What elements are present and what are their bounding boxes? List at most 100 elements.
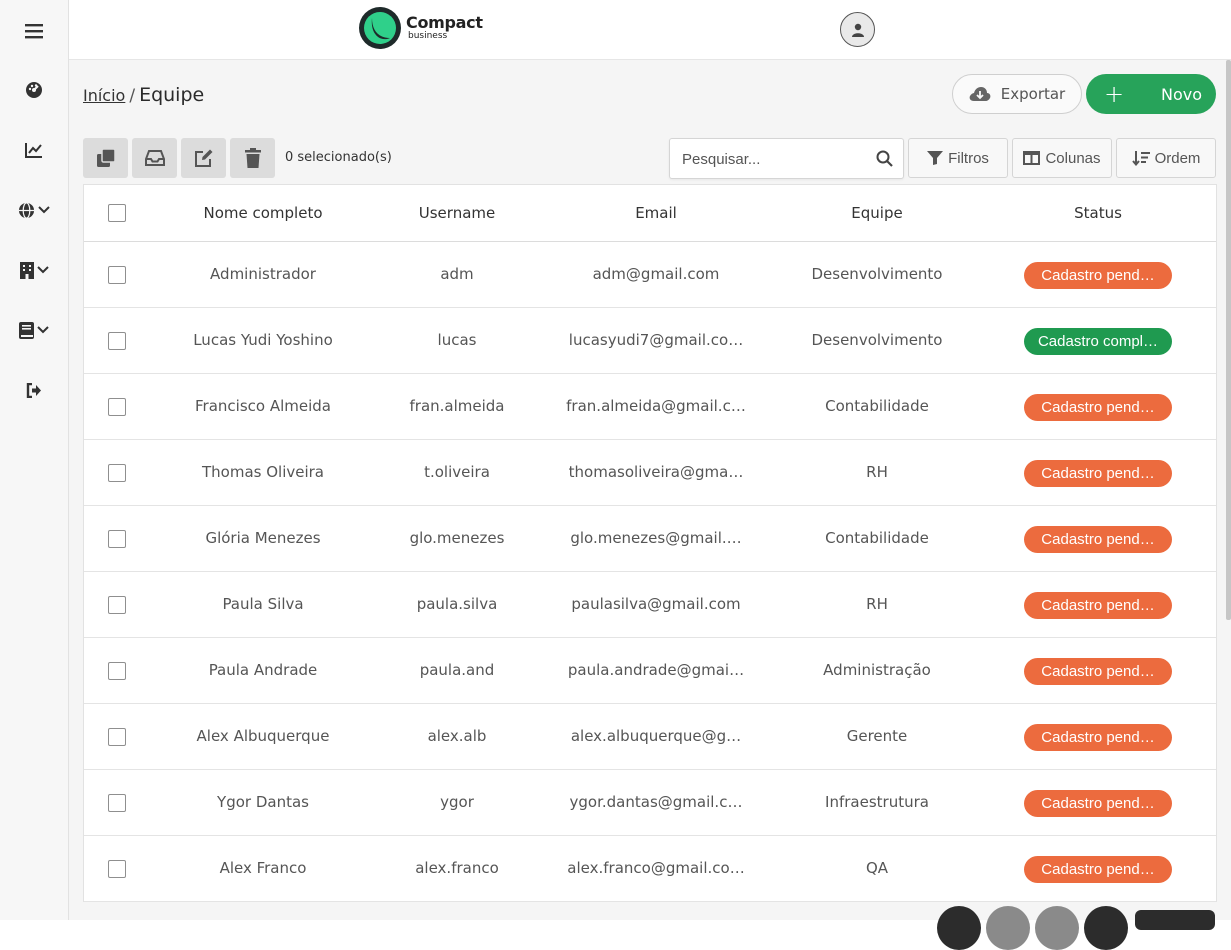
table-row[interactable]: Thomas Oliveira t.oliveira thomasoliveira@… [84,440,1216,506]
table-row[interactable]: Paula Silva paula.silva paulasilva@gmail.c… [84,572,1216,638]
cell-email: adm@gmail.com [592,265,720,283]
row-checkbox[interactable] [108,662,126,680]
table-row[interactable]: Lucas Yudi Yoshino lucas lucasyudi7@gmail.… [84,308,1216,374]
row-checkbox[interactable] [108,266,126,284]
table-row[interactable]: Alex Albuquerque alex.alb alex.albuquerque… [84,704,1216,770]
cell-name: Alex Franco [219,859,307,877]
cell-email: alex.albuquerque@g… [570,727,742,745]
cell-name: Paula Andrade [208,661,318,679]
table-row[interactable]: Alex Franco alex.franco alex.franco@gmail.… [84,836,1216,902]
export-button[interactable]: Exportar [952,74,1082,114]
order-button[interactable]: Ordem [1116,138,1216,178]
filters-label: Filtros [948,149,989,167]
status-badge: Cadastro pend… [1024,658,1172,685]
plus-icon: + [1104,80,1125,108]
status-badge: Cadastro pend… [1024,460,1172,487]
cell-email: glo.menezes@gmail.… [570,529,742,547]
globe-menu[interactable] [0,190,68,230]
cell-email: thomasoliveira@gma… [568,463,744,481]
table-row[interactable]: Glória Menezes glo.menezes glo.menezes@gma… [84,506,1216,572]
page-size-select[interactable] [1135,910,1215,930]
new-label: Novo [1160,84,1202,104]
cell-username: ygor [440,793,474,811]
logo[interactable]: Compact business [358,6,483,50]
filter-icon [927,151,944,165]
edit-button[interactable] [181,138,226,178]
row-checkbox[interactable] [108,728,126,746]
cell-team: Contabilidade [825,529,929,547]
cell-username: fran.almeida [409,397,505,415]
pagination-first-button[interactable] [937,906,981,950]
chevron-down-icon [36,266,49,274]
logo-title: Compact [406,13,483,32]
order-label: Ordem [1154,149,1201,167]
scrollbar[interactable] [1226,60,1231,620]
archive-button[interactable] [132,138,177,178]
book-menu[interactable] [0,310,68,350]
cell-team: Contabilidade [825,397,929,415]
column-header-username[interactable]: Username [387,204,527,222]
building-menu[interactable] [0,250,68,290]
row-checkbox[interactable] [108,596,126,614]
cell-name: Thomas Oliveira [201,463,324,481]
select-all-checkbox[interactable] [108,204,126,222]
column-header-email[interactable]: Email [556,204,756,222]
chart-icon[interactable] [0,130,68,170]
column-header-name[interactable]: Nome completo [163,204,363,222]
status-badge: Cadastro pend… [1024,262,1172,289]
cell-team: Infraestrutura [825,793,929,811]
row-checkbox[interactable] [108,530,126,548]
page-title: Equipe [139,84,205,106]
cloud-download-icon [969,87,991,101]
status-badge: Cadastro pend… [1024,790,1172,817]
book-icon [19,321,34,339]
row-checkbox[interactable] [108,860,126,878]
table-row[interactable]: Ygor Dantas ygor ygor.dantas@gmail.c… Infra… [84,770,1216,836]
selected-count: 0 selecionado(s) [285,150,392,165]
main-content: Início / Equipe Exportar + Novo 0 selecion… [69,60,1231,920]
status-badge: Cadastro pend… [1024,724,1172,751]
cell-username: glo.menezes [409,529,505,547]
cell-username: lucas [437,331,477,349]
row-checkbox[interactable] [108,794,126,812]
menu-icon[interactable] [0,11,68,51]
breadcrumb-separator: / [129,86,136,106]
logout-icon[interactable] [0,370,68,410]
duplicate-button[interactable] [83,138,128,178]
row-checkbox[interactable] [108,464,126,482]
search-box [669,138,904,179]
table-row[interactable]: Paula Andrade paula.and paula.andrade@gmai… [84,638,1216,704]
logo-mark-icon [359,7,401,49]
table-row[interactable]: Administrador adm adm@gmail.com Desenvolvim… [84,242,1216,308]
users-table: Nome completo Username Email Equipe Stat… [83,184,1217,902]
delete-button[interactable] [230,138,275,178]
pagination-next-button[interactable] [1035,906,1079,950]
columns-button[interactable]: Colunas [1012,138,1112,178]
cell-email: fran.almeida@gmail.c… [566,397,746,415]
pagination-last-button[interactable] [1084,906,1128,950]
sort-icon [1131,151,1150,166]
cell-username: paula.and [419,661,495,679]
cell-email: ygor.dantas@gmail.c… [569,793,743,811]
column-header-team[interactable]: Equipe [807,204,947,222]
status-badge: Cadastro pend… [1024,592,1172,619]
breadcrumb-home-link[interactable]: Início [83,86,125,105]
cell-username: alex.alb [427,727,487,745]
status-badge: Cadastro pend… [1024,394,1172,421]
row-checkbox[interactable] [108,398,126,416]
inbox-icon [144,150,165,166]
filters-button[interactable]: Filtros [908,138,1008,178]
row-checkbox[interactable] [108,332,126,350]
table-row[interactable]: Francisco Almeida fran.almeida fran.almeid… [84,374,1216,440]
cell-email: paula.andrade@gmai… [567,661,745,679]
dashboard-icon[interactable] [0,70,68,110]
user-icon [851,23,864,37]
pagination-prev-button[interactable] [986,906,1030,950]
new-button[interactable]: + Novo [1086,74,1216,114]
search-icon[interactable] [876,150,893,171]
cell-team: Desenvolvimento [811,265,943,283]
search-input[interactable] [682,148,872,170]
user-avatar[interactable] [840,12,875,47]
column-header-status[interactable]: Status [1028,204,1168,222]
cell-team: QA [865,859,889,877]
